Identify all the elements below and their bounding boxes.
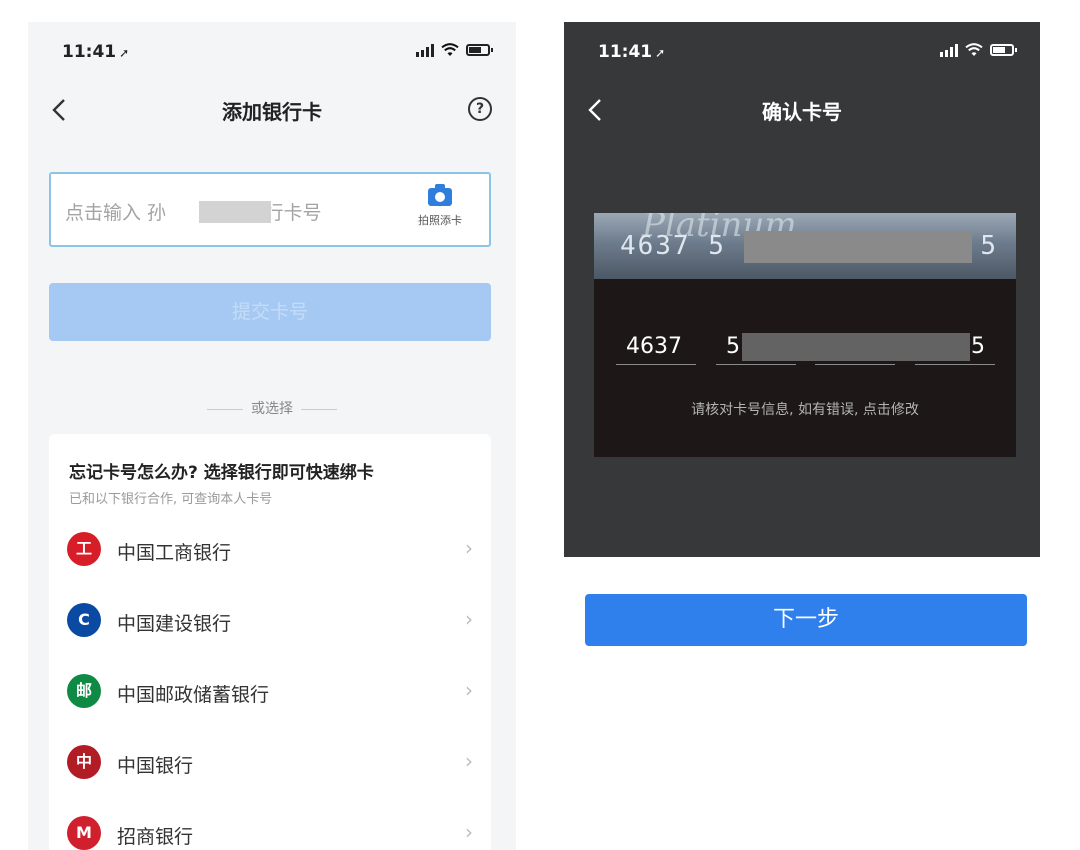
- nav-bar: 添加银行卡 ?: [28, 82, 516, 138]
- bank-name: 招商银行: [117, 826, 194, 848]
- boc-logo-icon: 中: [67, 745, 101, 779]
- card-number-confirm-box: 4637 5 5 请核对卡号信息, 如有错误, 点击修改: [594, 279, 1016, 457]
- bank-name: 中国银行: [117, 755, 194, 777]
- bank-name: 中国工商银行: [117, 542, 232, 564]
- location-arrow-icon: ➚: [119, 46, 130, 60]
- scan-card-button[interactable]: 拍照添卡: [409, 184, 471, 232]
- status-time: 11:41 ➚: [598, 42, 666, 62]
- help-circle-icon[interactable]: ?: [468, 97, 492, 121]
- status-time: 11:41 ➚: [62, 42, 130, 62]
- chevron-right-icon: ›: [465, 820, 473, 844]
- cmb-logo-icon: M: [67, 816, 101, 850]
- nav-bar: 确认卡号: [564, 82, 1040, 138]
- battery-icon: [466, 44, 493, 56]
- chevron-right-icon: ›: [465, 536, 473, 560]
- bank-item-icbc[interactable]: 工 中国工商银行 ›: [49, 514, 491, 585]
- confirm-card-screen: 11:41 ➚ 确认卡号 Platinum 4637 5 5 4637 5 5 请…: [564, 22, 1040, 850]
- bank-select-panel: 忘记卡号怎么办? 选择银行即可快速绑卡 已和以下银行合作, 可查询本人卡号 工 …: [49, 434, 491, 850]
- redaction-mask: [199, 201, 271, 223]
- psbc-logo-icon: 邮: [67, 674, 101, 708]
- status-bar: 11:41 ➚: [28, 22, 516, 82]
- add-bank-card-screen: 11:41 ➚ 添加银行卡 ? 点击输入 孙)银行卡号 拍照添卡 提交卡号 或选择…: [28, 22, 516, 850]
- panel-title: 忘记卡号怎么办? 选择银行即可快速绑卡: [69, 463, 374, 483]
- status-icons: [416, 43, 493, 57]
- status-icons: [940, 43, 1017, 57]
- bank-name: 中国建设银行: [117, 613, 232, 635]
- signal-icon: [940, 43, 958, 57]
- redaction-mask: [742, 333, 970, 361]
- chevron-right-icon: ›: [465, 749, 473, 773]
- panel-subtitle: 已和以下银行合作, 可查询本人卡号: [69, 492, 273, 507]
- chevron-right-icon: ›: [465, 607, 473, 631]
- scan-card-label: 拍照添卡: [418, 214, 462, 227]
- bank-name: 中国邮政储蓄银行: [117, 684, 270, 706]
- location-arrow-icon: ➚: [655, 46, 666, 60]
- wifi-icon: [965, 43, 983, 56]
- card-number-input[interactable]: 点击输入 孙)银行卡号 拍照添卡: [49, 172, 491, 247]
- ccb-logo-icon: C: [67, 603, 101, 637]
- camera-icon: [428, 184, 452, 206]
- dark-header-area: 11:41 ➚ 确认卡号 Platinum 4637 5 5 4637 5 5 请…: [564, 22, 1040, 557]
- redaction-mask: [744, 231, 972, 263]
- signal-icon: [416, 43, 434, 57]
- card-photo-strip: Platinum 4637 5 5: [594, 213, 1016, 279]
- card-number-placeholder: 点击输入 孙)银行卡号: [65, 202, 322, 224]
- status-bar: 11:41 ➚: [564, 22, 1040, 82]
- icbc-logo-icon: 工: [67, 532, 101, 566]
- submit-card-button[interactable]: 提交卡号: [49, 283, 491, 341]
- page-title: 添加银行卡: [222, 100, 322, 124]
- or-select-divider: 或选择: [28, 398, 516, 418]
- bank-item-ccb[interactable]: C 中国建设银行 ›: [49, 585, 491, 656]
- bank-item-psbc[interactable]: 邮 中国邮政储蓄银行 ›: [49, 656, 491, 727]
- next-step-button[interactable]: 下一步: [585, 594, 1027, 646]
- bank-item-boc[interactable]: 中 中国银行 ›: [49, 727, 491, 798]
- verify-hint: 请核对卡号信息, 如有错误, 点击修改: [691, 402, 919, 418]
- battery-icon: [990, 44, 1017, 56]
- page-title: 确认卡号: [762, 100, 842, 124]
- card-photo-number-start: 4637 5: [620, 231, 726, 261]
- card-photo-number-end: 5: [980, 231, 996, 261]
- bank-list: 工 中国工商银行 › C 中国建设银行 › 邮 中国邮政储蓄银行 › 中 中国银…: [49, 514, 491, 850]
- chevron-right-icon: ›: [465, 678, 473, 702]
- card-segment-1[interactable]: 4637: [616, 333, 696, 365]
- bank-item-cmb[interactable]: M 招商银行 ›: [49, 798, 491, 850]
- wifi-icon: [441, 43, 459, 56]
